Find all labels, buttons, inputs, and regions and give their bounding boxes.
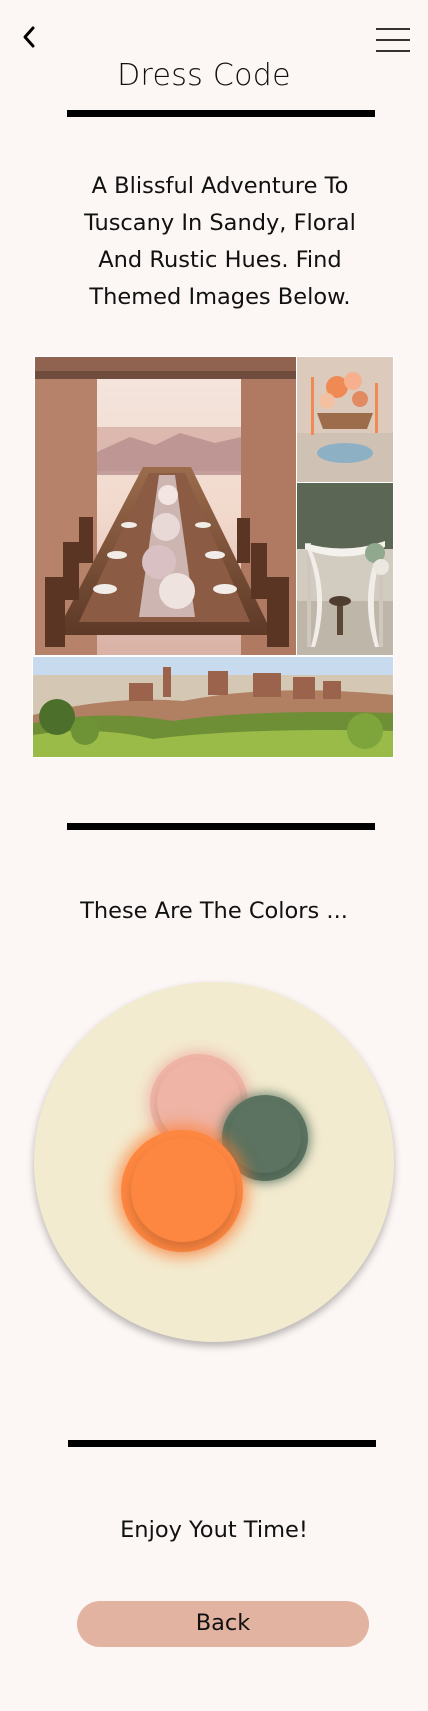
- hilltop-village-photo: [32, 656, 394, 758]
- hilltop-village-image: [33, 657, 393, 757]
- themed-image-gallery: [32, 356, 394, 759]
- intro-text: A Blissful Adventure To Tuscany In Sandy…: [84, 173, 356, 310]
- centerpiece-photo: [296, 356, 394, 484]
- back-icon[interactable]: [14, 22, 44, 52]
- closing-message: Enjoy Yout Time!: [120, 1517, 308, 1543]
- section-divider: [67, 823, 375, 830]
- hamburger-menu-icon[interactable]: [376, 26, 410, 54]
- colors-heading: These Are The Colors ...: [80, 898, 348, 924]
- chevron-left-icon: [23, 26, 35, 48]
- back-button[interactable]: Back: [77, 1601, 369, 1647]
- footer-divider: [68, 1440, 376, 1447]
- tuscan-table-photo: [34, 356, 298, 656]
- tuscan-table-image: [35, 357, 297, 655]
- floral-arch-photo: [296, 482, 394, 656]
- page-title: Dress Code: [117, 58, 291, 93]
- centerpiece-image: [297, 357, 393, 483]
- menu-line: [376, 39, 410, 41]
- color-palette-plate: [34, 982, 394, 1342]
- menu-line: [376, 50, 410, 52]
- title-divider: [67, 110, 375, 117]
- orange-swatch: [121, 1130, 243, 1252]
- dress-code-screen: Dress Code A Blissful Adventure To Tusca…: [0, 0, 428, 1711]
- floral-arch-image: [297, 483, 393, 655]
- back-button-label: Back: [195, 1610, 251, 1636]
- menu-line: [376, 28, 410, 30]
